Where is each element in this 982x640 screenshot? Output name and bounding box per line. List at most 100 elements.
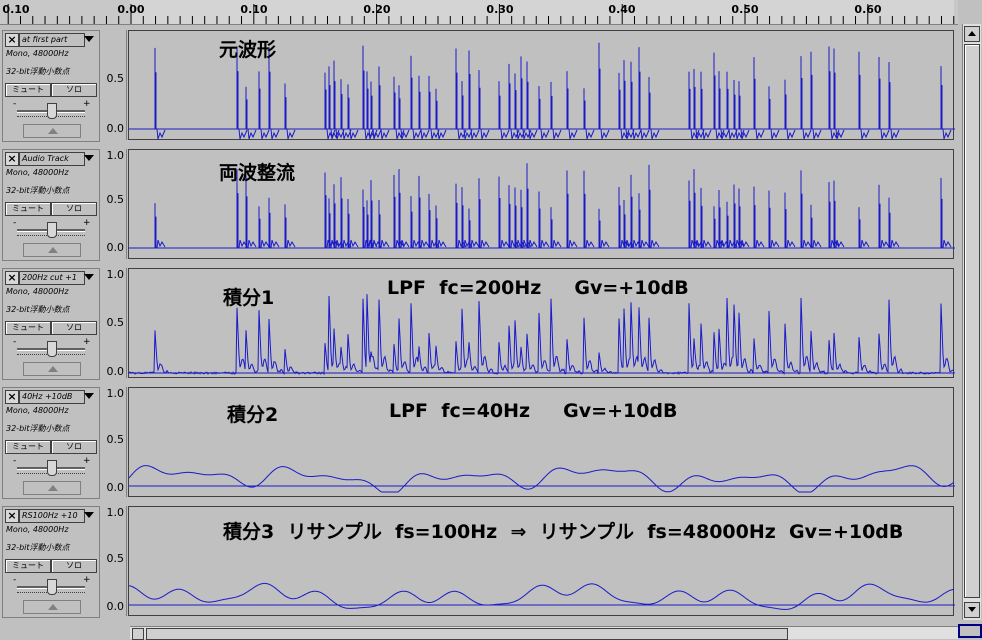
track-format: Mono, 48000Hz [6,49,69,58]
waveform-trace [129,582,955,611]
waveform-area[interactable]: 積分3 リサンプル fs=100Hz ⇒ リサンプル fs=48000Hz Gv… [128,506,955,616]
solo-button[interactable]: ソロ [51,559,97,573]
track-sample-format: 32-bit浮動小数点 [6,67,70,76]
track-name-menu[interactable]: RS100Hz +10 [19,509,85,523]
mute-button[interactable]: ミュート [5,440,51,454]
track-name-menu[interactable]: Audio Track [19,152,85,166]
y-label-zero: 0.0 [106,365,125,378]
ruler-tick-label: 0.10 [240,3,268,16]
track-annotation-params: LPF fc=200Hz Gv=+10dB [387,277,689,299]
collapse-track-button[interactable] [23,362,81,376]
vertical-scroll-thumb[interactable] [964,44,980,598]
gain-plus-label: + [83,99,91,109]
track-sample-format: 32-bit浮動小数点 [6,186,70,195]
dropdown-arrow-icon[interactable] [84,512,94,518]
scroll-left-button[interactable] [132,628,144,640]
track-format: Mono, 48000Hz [6,525,69,534]
dropdown-arrow-icon[interactable] [84,155,94,161]
vertical-ruler[interactable]: 1.0 0.5 0.0 [100,268,127,378]
y-label-top: 1.0 [106,387,125,400]
horizontal-scrollbar[interactable] [130,626,958,640]
close-track-button[interactable]: × [5,509,19,523]
waveform-area[interactable]: 積分1 LPF fc=200Hz Gv=+10dB [128,268,955,378]
dropdown-arrow-icon[interactable] [84,274,94,280]
solo-button[interactable]: ソロ [51,440,97,454]
dropdown-arrow-icon[interactable] [84,36,94,42]
track-name-menu[interactable]: 200Hz cut +1 [19,271,85,285]
y-label-zero: 0.0 [106,122,125,135]
track-name-menu[interactable]: 40Hz +10dB [19,390,85,404]
waveform-area[interactable]: 両波整流 [128,149,955,259]
vertical-ruler[interactable]: 1.0 0.5 0.0 [100,149,127,259]
track-3: × 200Hz cut +1 Mono, 48000Hz 32-bit浮動小数点… [0,266,960,382]
ruler-tick-label: 0.60 [854,3,882,16]
collapse-track-button[interactable] [23,124,81,138]
waveform-area[interactable]: 積分2 LPF fc=40Hz Gv=+10dB [128,387,955,497]
track-annotation: 積分1 [223,287,275,309]
track-2: × Audio Track Mono, 48000Hz 32-bit浮動小数点 … [0,147,960,263]
gain-minus-label: - [13,218,17,228]
dropdown-arrow-icon[interactable] [84,393,94,399]
vertical-ruler[interactable]: 0.5 0.0 [100,30,127,140]
track-annotation: 元波形 [219,39,277,61]
solo-button[interactable]: ソロ [51,83,97,97]
gain-plus-label: + [83,218,91,228]
solo-button[interactable]: ソロ [51,321,97,335]
scroll-down-button[interactable] [964,602,980,618]
gain-plus-label: + [83,575,91,585]
track-sample-format: 32-bit浮動小数点 [6,543,70,552]
mute-button[interactable]: ミュート [5,559,51,573]
track-annotation: 積分2 [227,404,279,426]
track-control-panel: × Audio Track Mono, 48000Hz 32-bit浮動小数点 … [2,149,100,261]
mute-button[interactable]: ミュート [5,83,51,97]
ruler-tick-label: 0.10 [2,3,30,16]
gain-slider-thumb[interactable] [47,222,57,238]
close-track-button[interactable]: × [5,33,19,47]
gain-slider-thumb[interactable] [47,579,57,595]
waveform-area[interactable]: 元波形 [128,30,955,140]
track-control-panel: × at first part Mono, 48000Hz 32-bit浮動小数… [2,30,100,142]
vertical-scrollbar[interactable] [962,24,981,620]
collapse-track-button[interactable] [23,243,81,257]
track-name-menu[interactable]: at first part [19,33,85,47]
mute-button[interactable]: ミュート [5,321,51,335]
y-label-top: 1.0 [106,268,125,281]
close-track-button[interactable]: × [5,152,19,166]
ruler-tick-label: 0.30 [486,3,514,16]
vertical-ruler[interactable]: 1.0 0.5 0.0 [100,387,127,497]
horizontal-scroll-thumb[interactable] [146,628,788,640]
solo-button[interactable]: ソロ [51,202,97,216]
scroll-up-button[interactable] [964,26,980,42]
y-label-zero: 0.0 [106,241,125,254]
y-label-mid: 0.5 [106,552,125,565]
track-annotation: 両波整流 [219,162,296,184]
y-label-mid: 0.5 [106,72,125,85]
y-label-top: 1.0 [106,506,125,519]
collapse-track-button[interactable] [23,481,81,495]
ruler-tick-label: 0.20 [363,3,391,16]
gain-plus-label: + [83,337,91,347]
y-label-mid: 0.5 [106,193,125,206]
ruler-tick-label: 0.50 [731,3,759,16]
gain-minus-label: - [13,99,17,109]
track-1: × at first part Mono, 48000Hz 32-bit浮動小数… [0,28,960,144]
track-annotation: 積分3 リサンプル fs=100Hz ⇒ リサンプル fs=48000Hz Gv… [223,521,904,543]
mute-button[interactable]: ミュート [5,202,51,216]
track-format: Mono, 48000Hz [6,287,69,296]
gain-slider-thumb[interactable] [47,341,57,357]
y-label-mid: 0.5 [106,316,125,329]
close-track-button[interactable]: × [5,390,19,404]
track-5: × RS100Hz +10 Mono, 48000Hz 32-bit浮動小数点 … [0,504,960,620]
close-track-button[interactable]: × [5,271,19,285]
gain-plus-label: + [83,456,91,466]
gain-slider-thumb[interactable] [47,460,57,476]
ruler-tick-label: 0.40 [608,3,636,16]
track-format: Mono, 48000Hz [6,168,69,177]
collapse-track-button[interactable] [23,600,81,614]
gain-slider-thumb[interactable] [47,103,57,119]
gain-minus-label: - [13,456,17,466]
track-control-panel: × RS100Hz +10 Mono, 48000Hz 32-bit浮動小数点 … [2,506,100,618]
vertical-ruler[interactable]: 1.0 0.5 0.0 [100,506,127,616]
track-control-panel: × 200Hz cut +1 Mono, 48000Hz 32-bit浮動小数点… [2,268,100,380]
timeline-ruler[interactable]: 0.10 0.00 0.10 0.20 0.30 0.40 0.50 0.60 [0,0,958,25]
